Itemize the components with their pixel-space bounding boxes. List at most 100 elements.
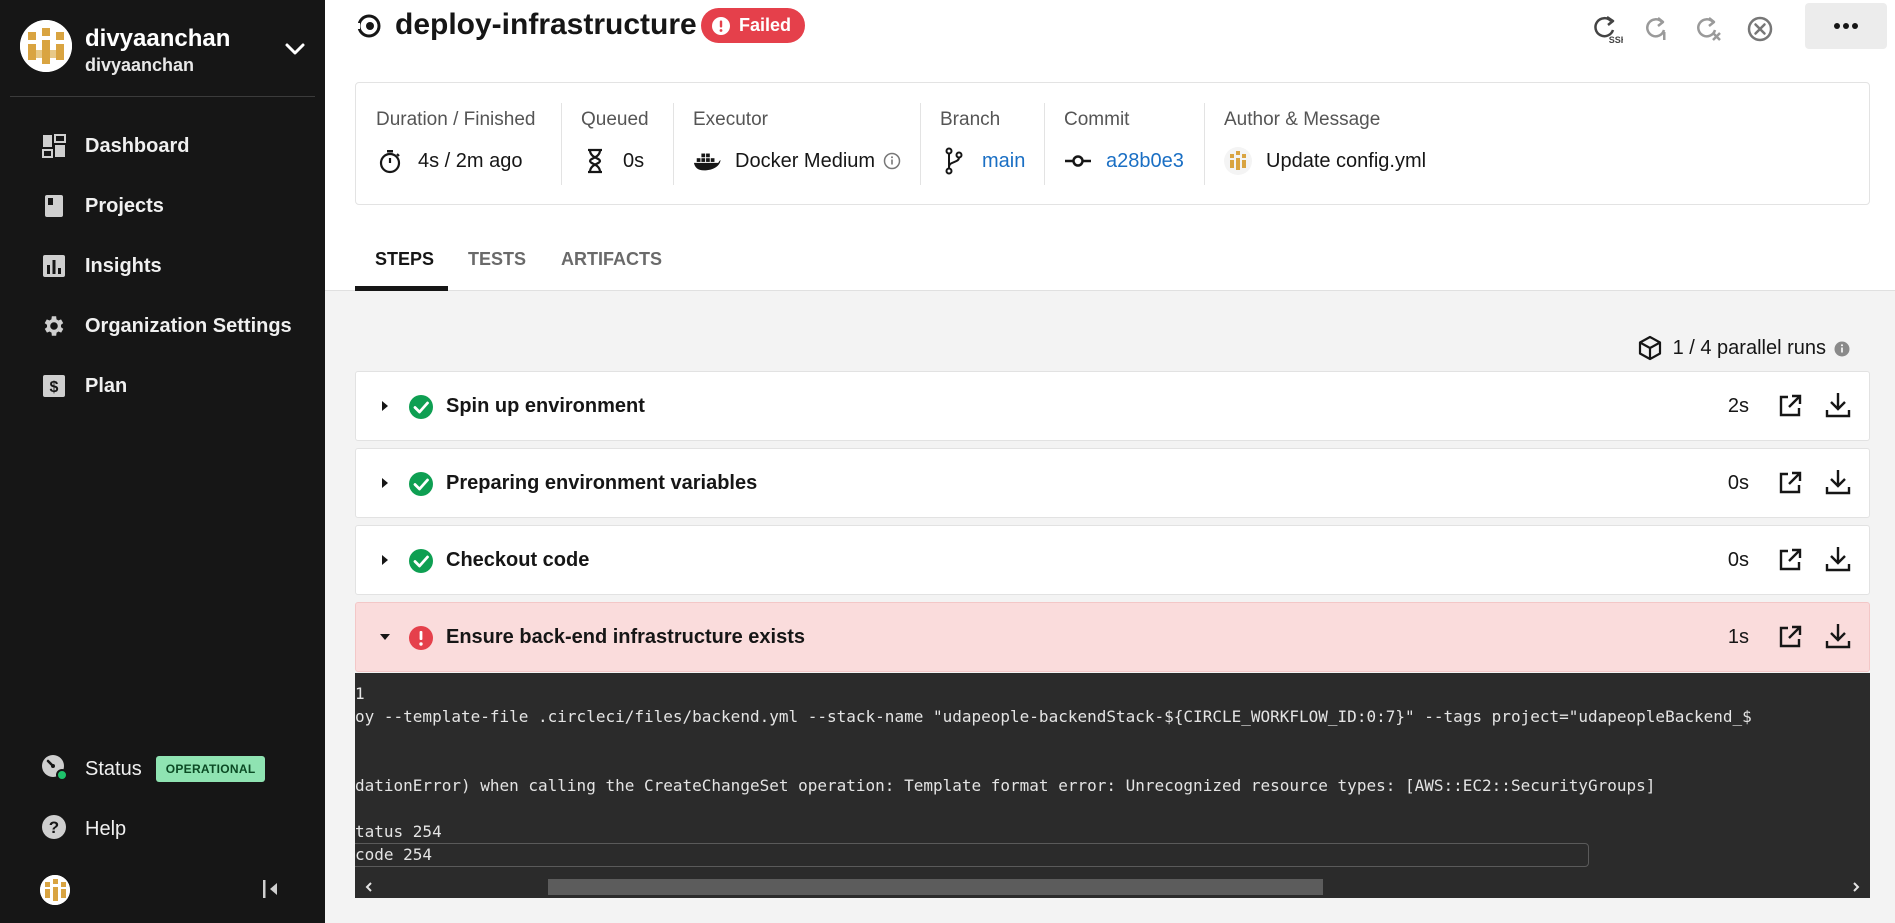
step-row[interactable]: Preparing environment variables 0s [355,448,1870,518]
parallel-runs-label: 1 / 4 parallel runs [1672,336,1826,359]
success-check-icon [408,471,434,497]
open-external-icon[interactable] [1776,623,1804,651]
summary-value: 0s [623,149,645,172]
download-icon[interactable] [1823,390,1853,420]
dashboard-icon [40,132,68,160]
more-actions-button[interactable] [1805,3,1887,49]
terminal-line-highlight [355,843,1589,867]
terminal-line: dationError) when calling the CreateChan… [355,776,1656,795]
success-check-icon [408,394,434,420]
commit-message: Update config.yml [1266,149,1427,172]
help-label: Help [85,817,127,840]
status-link[interactable]: Status OPERATIONAL [40,753,266,785]
org-avatar [20,20,72,72]
stopwatch-icon [376,147,404,175]
gear-icon [40,312,68,340]
open-external-icon[interactable] [1776,469,1804,497]
sidebar-item-label: Dashboard [85,134,190,157]
more-icon [1834,23,1858,29]
rerun-cancel-button[interactable] [1691,12,1725,46]
sidebar: divyaanchan divyaanchan Dashboard Projec… [0,0,325,923]
scrollbar-thumb[interactable] [548,879,1323,895]
scroll-left-icon[interactable] [359,877,379,897]
step-row[interactable]: Spin up environment 2s [355,371,1870,441]
horizontal-scrollbar[interactable] [355,875,1870,898]
info-icon[interactable] [1834,340,1850,357]
info-icon[interactable] [883,152,901,170]
step-row[interactable]: Checkout code 0s [355,525,1870,595]
summary-value: 4s / 2m ago [418,149,523,172]
step-name: Spin up environment [446,395,645,417]
author-avatar [1224,147,1252,175]
help-link[interactable]: ? Help [40,813,126,845]
summary-branch: Branch main [920,83,1044,204]
error-icon [408,625,434,651]
download-icon[interactable] [1823,621,1853,651]
summary-commit: Commit a28b0e3 [1044,83,1204,204]
cancel-job-button[interactable] [1743,12,1777,46]
summary-author: Author & Message Update config.yml [1204,83,1504,204]
tab-tests[interactable]: TESTS [468,228,526,290]
help-icon: ? [40,813,68,846]
job-header: deploy-infrastructure Failed SSH [325,0,1895,60]
sidebar-item-label: Insights [85,254,162,277]
status-badge-label: Failed [739,15,792,35]
download-icon[interactable] [1823,467,1853,497]
org-name: divyaanchan [85,25,231,52]
branch-icon [940,147,968,175]
status-badge: OPERATIONAL [155,756,266,782]
summary-label: Executor [693,109,768,130]
tab-steps[interactable]: STEPS [375,228,434,290]
step-duration: 0s [1727,549,1749,571]
summary-value: Docker Medium [735,149,876,172]
hourglass-icon [581,147,609,175]
status-badge-failed: Failed [701,8,806,43]
dollar-icon: $ [40,372,68,400]
sidebar-item-dashboard[interactable]: Dashboard [40,126,189,166]
step-duration: 1s [1727,626,1749,648]
terminal-line: oy --template-file .circleci/files/backe… [355,707,1752,726]
caret-right-icon[interactable] [378,399,392,413]
insights-icon [40,252,68,280]
step-output-terminal[interactable]: 1 oy --template-file .circleci/files/bac… [355,673,1870,898]
success-check-icon [408,548,434,574]
projects-icon [40,192,68,220]
download-icon[interactable] [1823,544,1853,574]
sidebar-item-organization-settings[interactable]: Organization Settings [40,306,292,346]
step-row-failed[interactable]: Ensure back-end infrastructure exists 1s [355,602,1870,672]
commit-link[interactable]: a28b0e3 [1106,150,1184,173]
open-external-icon[interactable] [1776,392,1804,420]
terminal-line: tatus 254 [355,822,442,841]
caret-down-icon[interactable] [378,630,392,644]
job-summary-card: Duration / Finished 4s / 2m ago Queued 0… [355,82,1870,205]
sidebar-item-projects[interactable]: Projects [40,186,164,226]
branch-link[interactable]: main [982,150,1025,173]
open-external-icon[interactable] [1776,546,1804,574]
summary-queued: Queued 0s [561,83,673,204]
page-title: deploy-infrastructure [395,8,697,41]
caret-right-icon[interactable] [378,476,392,490]
ssh-label: SSH [1609,35,1623,45]
collapse-sidebar-icon[interactable] [258,876,284,902]
tab-artifacts[interactable]: ARTIFACTS [561,228,662,290]
summary-executor: Executor Docker Medium [673,83,920,204]
rerun-failed-button[interactable] [1640,12,1674,46]
summary-label: Duration / Finished [376,109,536,130]
cube-icon [1637,335,1663,361]
caret-right-icon[interactable] [378,553,392,567]
chevron-down-icon[interactable] [282,36,308,62]
org-username: divyaanchan [85,55,195,75]
sidebar-item-label: Projects [85,194,164,217]
org-switcher[interactable]: divyaanchan divyaanchan [20,20,310,96]
sidebar-item-plan[interactable]: $ Plan [40,366,127,406]
step-duration: 2s [1727,395,1749,417]
user-avatar[interactable] [40,875,70,905]
parallel-runs-selector[interactable]: 1 / 4 parallel runs [1637,333,1850,363]
scroll-right-icon[interactable] [1846,877,1866,897]
commit-icon [1064,147,1092,175]
step-duration: 0s [1727,472,1749,494]
summary-label: Author & Message [1224,109,1381,130]
alert-icon [711,16,731,36]
sidebar-item-insights[interactable]: Insights [40,246,162,286]
rerun-ssh-button[interactable]: SSH [1589,12,1623,46]
